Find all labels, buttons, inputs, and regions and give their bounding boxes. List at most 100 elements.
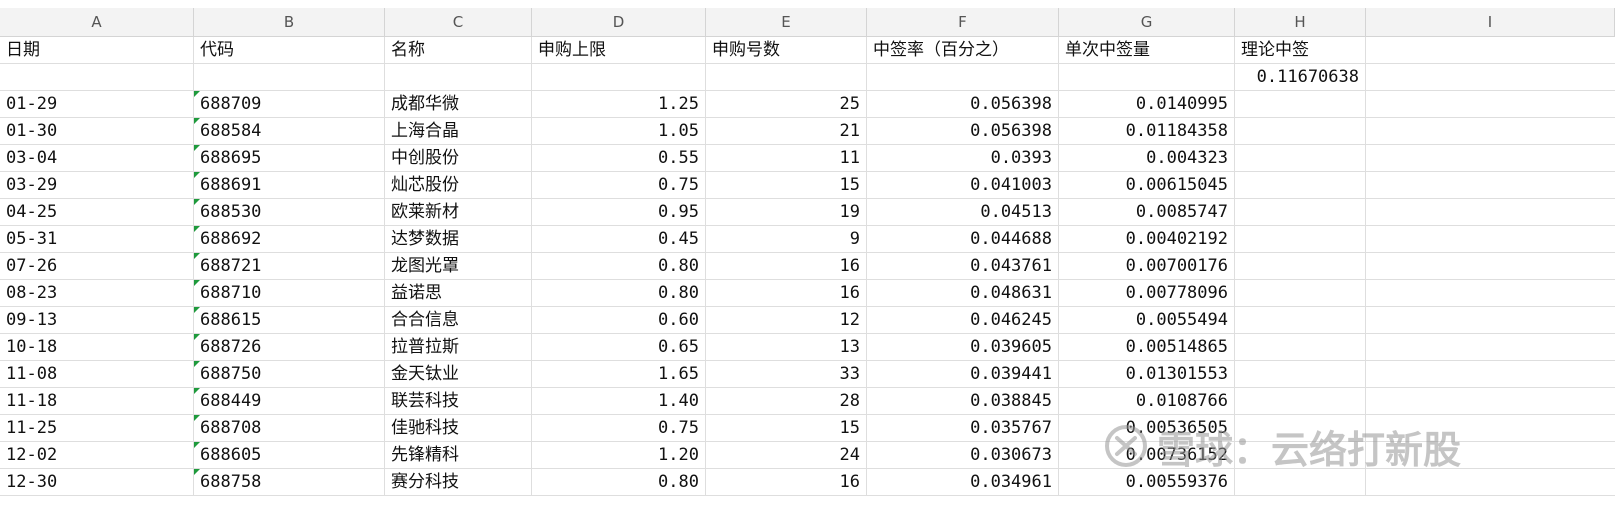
cell-theory-value[interactable]: 0.11670638: [1235, 64, 1366, 91]
cell-code[interactable]: 688721: [194, 253, 385, 280]
cell-date[interactable]: 12-02: [0, 442, 194, 469]
cell-date[interactable]: 12-30: [0, 469, 194, 496]
cell-name[interactable]: 佳驰科技: [385, 415, 532, 442]
cell-single[interactable]: 0.00778096: [1059, 280, 1235, 307]
cell-rate[interactable]: 0.043761: [867, 253, 1059, 280]
cell-empty[interactable]: [1235, 145, 1366, 172]
cell-header-count[interactable]: 申购号数: [706, 37, 867, 64]
cell-limit[interactable]: 0.60: [532, 307, 706, 334]
cell-name[interactable]: 上海合晶: [385, 118, 532, 145]
cell-count[interactable]: 9: [706, 226, 867, 253]
column-header-d[interactable]: D: [532, 8, 706, 36]
cell-count[interactable]: 28: [706, 388, 867, 415]
cell-code[interactable]: 688584: [194, 118, 385, 145]
cell-limit[interactable]: 0.45: [532, 226, 706, 253]
cell-empty[interactable]: [1235, 415, 1366, 442]
cell-code[interactable]: 688708: [194, 415, 385, 442]
cell-rate[interactable]: 0.044688: [867, 226, 1059, 253]
cell-limit[interactable]: 1.40: [532, 388, 706, 415]
cell-empty[interactable]: [1235, 91, 1366, 118]
cell-limit[interactable]: 0.80: [532, 280, 706, 307]
column-header-e[interactable]: E: [706, 8, 867, 36]
cell-limit[interactable]: 0.80: [532, 469, 706, 496]
cell-empty[interactable]: [1366, 199, 1615, 226]
cell-name[interactable]: 拉普拉斯: [385, 334, 532, 361]
cell-empty[interactable]: [1366, 280, 1615, 307]
cell-limit[interactable]: 1.20: [532, 442, 706, 469]
cell-empty[interactable]: [1235, 469, 1366, 496]
cell-date[interactable]: 08-23: [0, 280, 194, 307]
cell-code[interactable]: 688758: [194, 469, 385, 496]
cell-name[interactable]: 先锋精科: [385, 442, 532, 469]
cell-rate[interactable]: 0.035767: [867, 415, 1059, 442]
cell-limit[interactable]: 0.95: [532, 199, 706, 226]
cell-count[interactable]: 19: [706, 199, 867, 226]
cell-limit[interactable]: 1.25: [532, 91, 706, 118]
cell-count[interactable]: 11: [706, 145, 867, 172]
cell-count[interactable]: 24: [706, 442, 867, 469]
cell-date[interactable]: 07-26: [0, 253, 194, 280]
cell-empty[interactable]: [532, 64, 706, 91]
cell-count[interactable]: 13: [706, 334, 867, 361]
cell-code[interactable]: 688709: [194, 91, 385, 118]
cell-empty[interactable]: [385, 64, 532, 91]
cell-name[interactable]: 龙图光罩: [385, 253, 532, 280]
cell-name[interactable]: 达梦数据: [385, 226, 532, 253]
cell-empty[interactable]: [1366, 415, 1615, 442]
cell-empty[interactable]: [1366, 226, 1615, 253]
cell-empty[interactable]: [1235, 226, 1366, 253]
cell-code[interactable]: 688726: [194, 334, 385, 361]
cell-rate[interactable]: 0.041003: [867, 172, 1059, 199]
cell-empty[interactable]: [1366, 388, 1615, 415]
cell-date[interactable]: 09-13: [0, 307, 194, 334]
cell-rate[interactable]: 0.04513: [867, 199, 1059, 226]
cell-date[interactable]: 11-25: [0, 415, 194, 442]
cell-date[interactable]: 11-18: [0, 388, 194, 415]
cell-single[interactable]: 0.00615045: [1059, 172, 1235, 199]
cell-count[interactable]: 12: [706, 307, 867, 334]
cell-empty[interactable]: [1235, 253, 1366, 280]
cell-empty[interactable]: [1366, 64, 1615, 91]
cell-empty[interactable]: [0, 64, 194, 91]
cell-single[interactable]: 0.00700176: [1059, 253, 1235, 280]
cell-single[interactable]: 0.004323: [1059, 145, 1235, 172]
column-header-f[interactable]: F: [867, 8, 1059, 36]
cell-name[interactable]: 金天钛业: [385, 361, 532, 388]
cell-single[interactable]: 0.00536505: [1059, 415, 1235, 442]
cell-limit[interactable]: 1.65: [532, 361, 706, 388]
cell-rate[interactable]: 0.046245: [867, 307, 1059, 334]
cell-rate[interactable]: 0.039441: [867, 361, 1059, 388]
cell-single[interactable]: 0.00559376: [1059, 469, 1235, 496]
cell-name[interactable]: 益诺思: [385, 280, 532, 307]
cell-date[interactable]: 03-04: [0, 145, 194, 172]
cell-empty[interactable]: [1366, 334, 1615, 361]
cell-empty[interactable]: [706, 64, 867, 91]
cell-limit[interactable]: 0.65: [532, 334, 706, 361]
cell-count[interactable]: 15: [706, 172, 867, 199]
cell-empty[interactable]: [1366, 307, 1615, 334]
cell-empty[interactable]: [194, 64, 385, 91]
cell-empty[interactable]: [1366, 37, 1615, 64]
cell-empty[interactable]: [1235, 118, 1366, 145]
cell-code[interactable]: 688710: [194, 280, 385, 307]
cell-code[interactable]: 688615: [194, 307, 385, 334]
column-header-h[interactable]: H: [1235, 8, 1366, 36]
cell-count[interactable]: 16: [706, 253, 867, 280]
cell-header-code[interactable]: 代码: [194, 37, 385, 64]
cell-empty[interactable]: [867, 64, 1059, 91]
cell-single[interactable]: 0.0085747: [1059, 199, 1235, 226]
cell-rate[interactable]: 0.039605: [867, 334, 1059, 361]
cell-single[interactable]: 0.0140995: [1059, 91, 1235, 118]
cell-empty[interactable]: [1366, 118, 1615, 145]
cell-empty[interactable]: [1366, 361, 1615, 388]
cell-rate[interactable]: 0.0393: [867, 145, 1059, 172]
cell-empty[interactable]: [1235, 361, 1366, 388]
cell-limit[interactable]: 0.75: [532, 172, 706, 199]
cell-header-single[interactable]: 单次中签量: [1059, 37, 1235, 64]
cell-name[interactable]: 赛分科技: [385, 469, 532, 496]
cell-header-limit[interactable]: 申购上限: [532, 37, 706, 64]
cell-count[interactable]: 33: [706, 361, 867, 388]
cell-count[interactable]: 25: [706, 91, 867, 118]
cell-count[interactable]: 15: [706, 415, 867, 442]
cell-code[interactable]: 688695: [194, 145, 385, 172]
